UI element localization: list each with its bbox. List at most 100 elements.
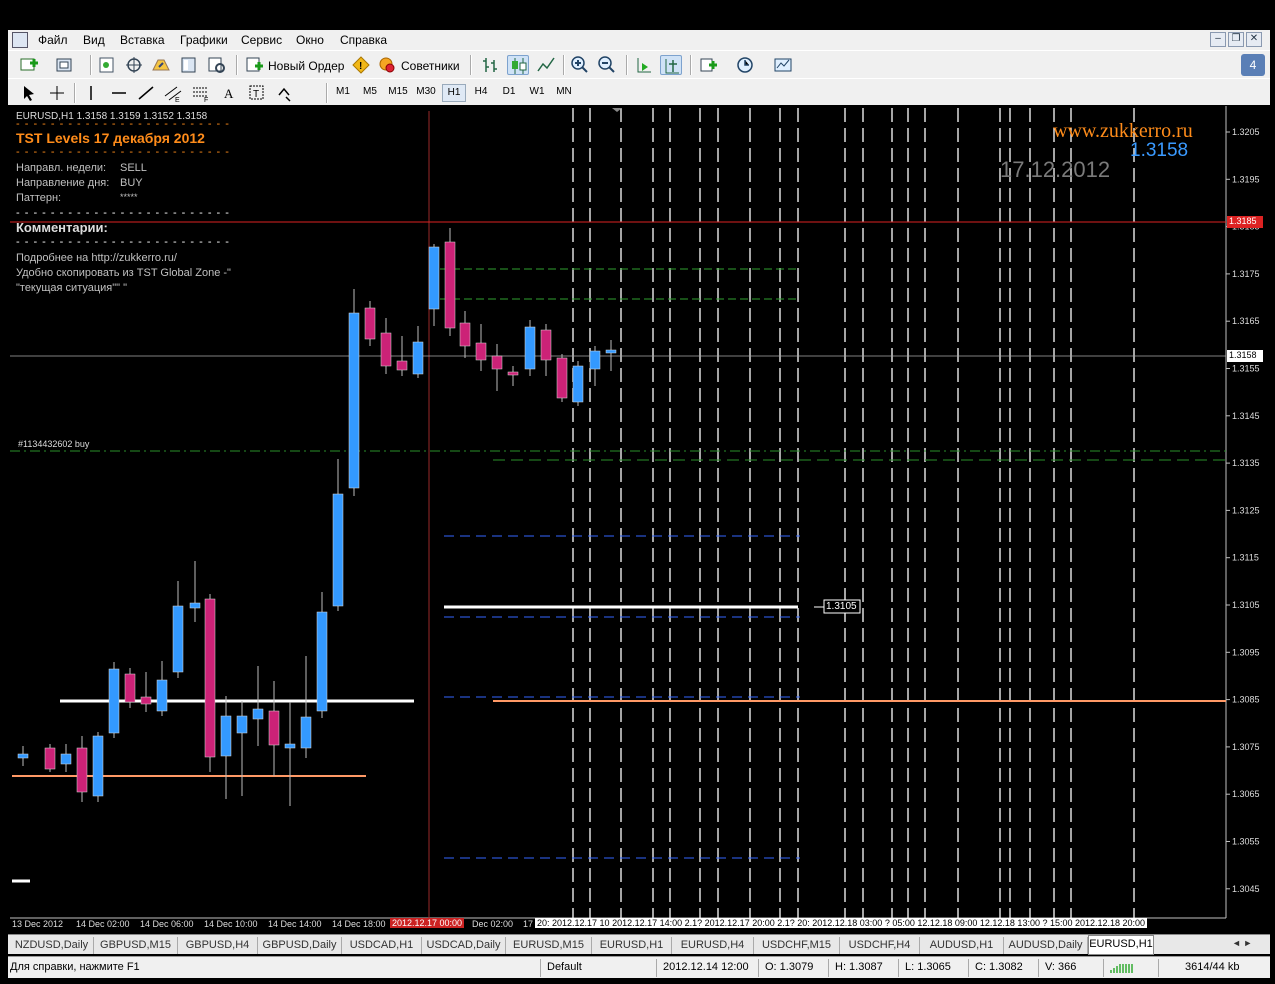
chart-tab-gbpusd-h4[interactable]: GBPUSD,H4 — [178, 937, 258, 954]
indicators-icon[interactable] — [698, 55, 720, 75]
chart-tab-eurusd-m15[interactable]: EURUSD,M15 — [506, 937, 592, 954]
menu-tools[interactable]: Сервис — [241, 33, 282, 47]
periods-clock-icon[interactable] — [735, 55, 757, 75]
menu-view[interactable]: Вид — [83, 33, 105, 47]
price-axis-label: 1.3105 — [1232, 600, 1260, 610]
strategy-tester-icon[interactable] — [206, 55, 228, 75]
chart-tab-audusd-daily[interactable]: AUDUSD,Daily — [1004, 937, 1088, 954]
expert-advisors-button[interactable]: Советники — [401, 59, 460, 73]
expert-advisors-icon[interactable] — [376, 55, 398, 75]
chart-tab-usdcad-daily[interactable]: USDCAD,Daily — [422, 937, 506, 954]
restore-icon[interactable]: ❐ — [1228, 32, 1244, 47]
minimize-icon[interactable]: – — [1210, 32, 1226, 47]
menu-window[interactable]: Окно — [296, 33, 324, 47]
time-label-4: 14 Dec 14:00 — [268, 919, 322, 929]
candle-body — [589, 350, 601, 370]
menu-bar: Файл Вид Вставка Графики Сервис Окно Спр… — [8, 30, 1270, 50]
trendline-icon[interactable] — [135, 83, 157, 103]
candlestick-chart-icon[interactable] — [507, 55, 529, 75]
price-axis-label: 1.3155 — [1232, 364, 1260, 374]
bar-chart-icon[interactable] — [480, 55, 502, 75]
text-label-icon[interactable]: T — [246, 83, 268, 103]
red-price-marker-label: 1.3185 — [1229, 216, 1257, 226]
templates-icon[interactable] — [773, 55, 795, 75]
vertical-line-icon[interactable] — [80, 83, 102, 103]
data-window-icon[interactable] — [123, 55, 145, 75]
tab-scroll-arrows-icon[interactable]: ◄ ► — [1232, 938, 1252, 948]
cursor-icon[interactable] — [18, 83, 40, 103]
tf-h1[interactable]: H1 — [442, 84, 466, 102]
market-watch-icon[interactable] — [96, 55, 118, 75]
candle-body — [364, 307, 376, 340]
watermark-date: 17.12.2012 — [1000, 157, 1111, 182]
chart-tab-usdcad-h1[interactable]: USDCAD,H1 — [342, 937, 422, 954]
candle-body — [17, 753, 29, 759]
tf-m15[interactable]: M15 — [385, 84, 411, 102]
menu-insert[interactable]: Вставка — [120, 33, 165, 47]
horizontal-line-icon[interactable] — [108, 83, 130, 103]
candle-body — [172, 605, 184, 673]
zoom-in-icon[interactable] — [569, 55, 591, 75]
chart-tab-usdchf-m15[interactable]: USDCHF,M15 — [754, 937, 840, 954]
crosshair-icon[interactable] — [46, 83, 68, 103]
svg-text:A: A — [224, 86, 234, 101]
price-axis-label: 1.3165 — [1232, 316, 1260, 326]
profiles-icon[interactable] — [54, 55, 76, 75]
chart-shift-icon[interactable] — [660, 55, 682, 75]
watermark-price: 1.3158 — [1130, 140, 1189, 161]
zoom-out-icon[interactable] — [596, 55, 618, 75]
chart-tab-nzdusd-daily[interactable]: NZDUSD,Daily — [10, 937, 94, 954]
tf-m1[interactable]: M1 — [331, 84, 355, 102]
price-axis-label: 1.3135 — [1232, 458, 1260, 468]
candle-body — [44, 747, 56, 770]
menu-help[interactable]: Справка — [340, 33, 387, 47]
fibonacci-icon[interactable]: F — [190, 83, 212, 104]
tf-h4[interactable]: H4 — [469, 84, 493, 102]
tf-mn[interactable]: MN — [552, 84, 576, 102]
terminal-icon[interactable] — [178, 55, 200, 75]
equidistant-channel-icon[interactable]: E — [162, 83, 184, 104]
chart-tab-eurusd-h4[interactable]: EURUSD,H4 — [672, 937, 754, 954]
chart-tab-usdchf-h4[interactable]: USDCHF,H4 — [840, 937, 920, 954]
panel-comment-line2: Удобно скопировать из TST Global Zone -" — [16, 267, 231, 279]
time-label-2: 14 Dec 06:00 — [140, 919, 194, 929]
tf-m30[interactable]: M30 — [413, 84, 439, 102]
chart-tab-eurusd-h1[interactable]: EURUSD,H1 — [1088, 935, 1154, 955]
metaeditor-icon[interactable]: ! — [350, 55, 372, 75]
price-axis-label: 1.3045 — [1232, 884, 1260, 894]
panel-pattern-value: ***** — [120, 192, 138, 202]
time-label-3: 14 Dec 10:00 — [204, 919, 258, 929]
menu-file[interactable]: Файл — [38, 33, 68, 47]
chart-tab-gbpusd-daily[interactable]: GBPUSD,Daily — [258, 937, 342, 954]
status-help: Для справки, нажмите F1 — [10, 961, 140, 973]
candle-body — [540, 329, 552, 361]
chart-area[interactable]: 1.3205 1.3195 1.3185 1.3175 1.3165 1.3155 1.31… — [10, 106, 1264, 931]
chart-tab-gbpusd-m15[interactable]: GBPUSD,M15 — [94, 937, 178, 954]
tf-w1[interactable]: W1 — [525, 84, 549, 102]
chart-tab-audusd-h1[interactable]: AUDUSD,H1 — [920, 937, 1004, 954]
status-profile[interactable]: Default — [547, 961, 582, 973]
candle-body — [124, 673, 136, 703]
chart-tab-eurusd-h1[interactable]: EURUSD,H1 — [592, 937, 672, 954]
menu-charts[interactable]: Графики — [180, 33, 228, 47]
navigator-icon[interactable] — [150, 55, 172, 75]
notification-badge[interactable]: 4 — [1241, 54, 1265, 76]
time-label-1: 14 Dec 02:00 — [76, 919, 130, 929]
text-icon[interactable]: A — [218, 83, 240, 103]
price-axis-label: 1.3145 — [1232, 411, 1260, 421]
chart-window-icon[interactable] — [12, 32, 28, 48]
price-axis-label: 1.3175 — [1232, 269, 1260, 279]
line-chart-icon[interactable] — [535, 55, 557, 75]
close-icon[interactable]: ✕ — [1246, 32, 1262, 47]
candle-body — [204, 598, 216, 758]
tf-d1[interactable]: D1 — [497, 84, 521, 102]
arrows-icon[interactable] — [274, 83, 296, 103]
new-chart-icon[interactable] — [18, 55, 40, 75]
tf-m5[interactable]: M5 — [358, 84, 382, 102]
candle-body — [268, 710, 280, 746]
new-order-button[interactable]: Новый Ордер — [268, 59, 344, 73]
chart-canvas[interactable]: 1.3205 1.3195 1.3185 1.3175 1.3165 1.3155 1.31… — [10, 106, 1264, 931]
price-axis-label: 1.3085 — [1232, 695, 1260, 705]
new-order-icon[interactable] — [244, 55, 266, 75]
autoscroll-icon[interactable] — [633, 55, 655, 75]
